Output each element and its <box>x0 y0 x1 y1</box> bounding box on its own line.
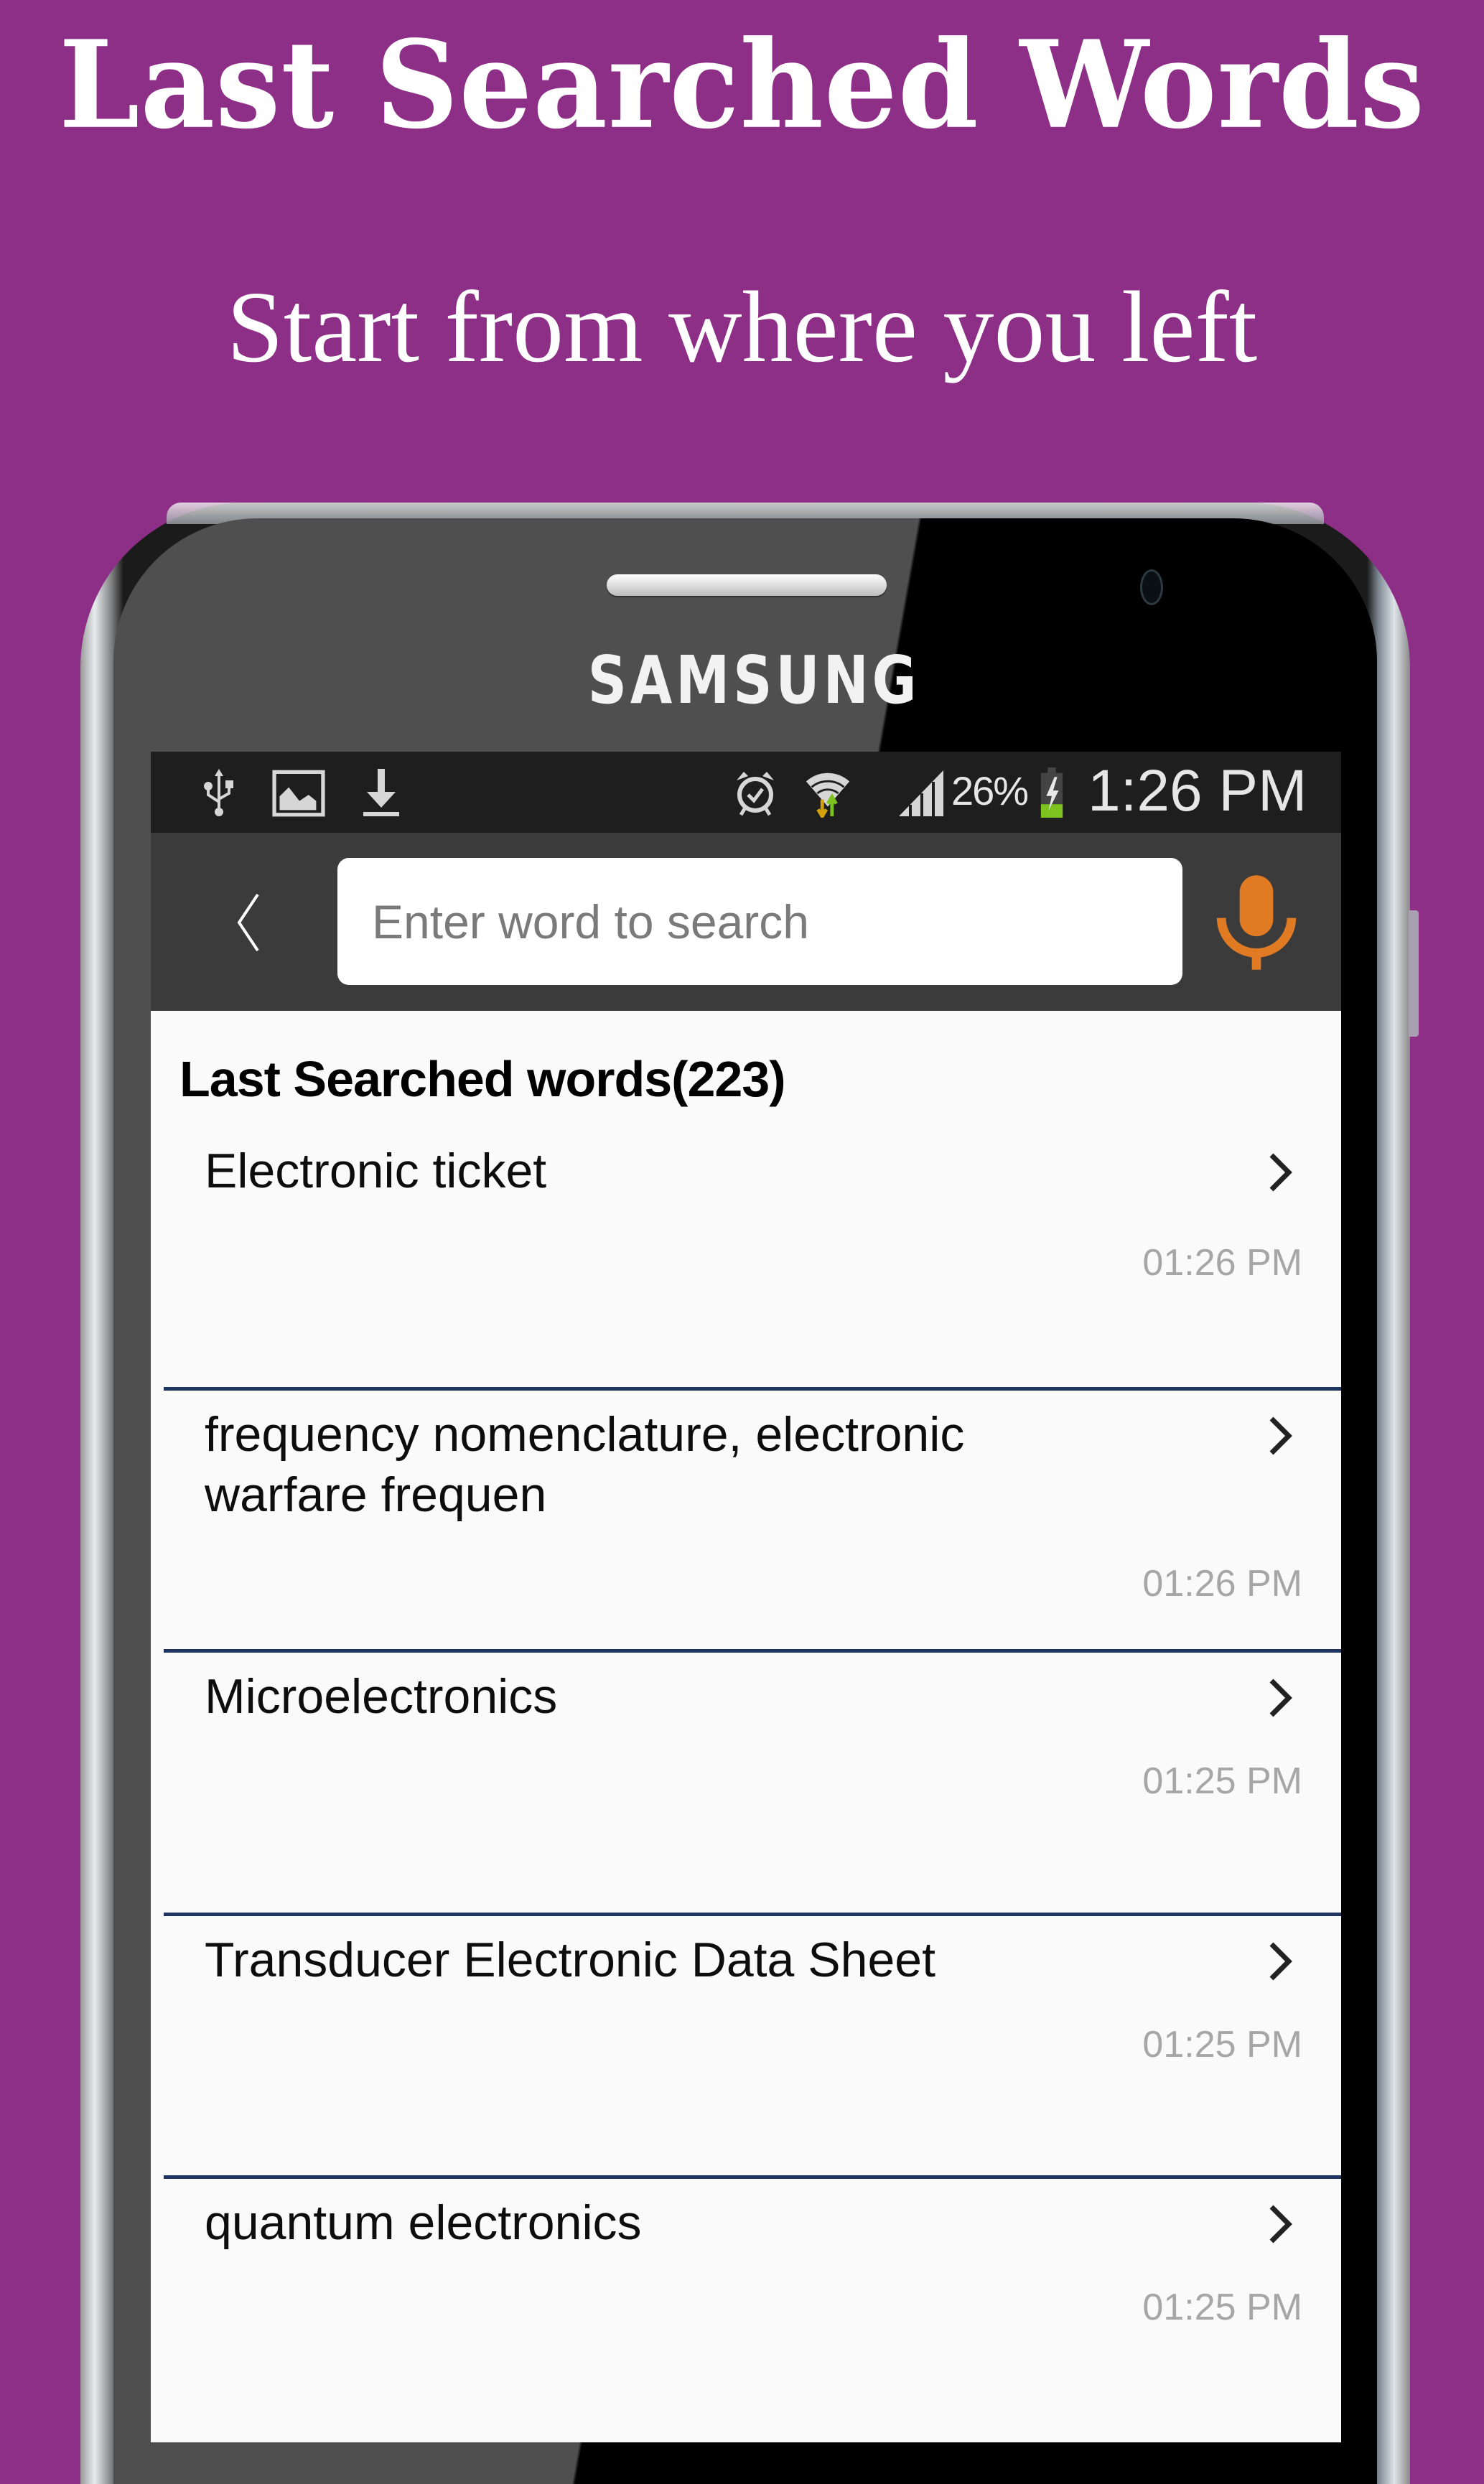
front-camera <box>1140 569 1163 605</box>
divider <box>164 1913 1341 1916</box>
item-word: frequency nomenclature, electronic warfa… <box>205 1407 965 1522</box>
chevron-right-icon <box>1269 2205 1292 2243</box>
phone-side-button <box>1409 910 1419 1037</box>
chevron-right-icon <box>1269 1153 1292 1192</box>
promo-subtitle: Start from where you left <box>226 270 1258 383</box>
alarm-icon <box>737 772 774 816</box>
app-bar <box>151 833 1341 1011</box>
battery-percent: 26% <box>951 768 1029 813</box>
item-word: Electronic ticket <box>205 1144 547 1198</box>
item-word: quantum electronics <box>205 2195 642 2250</box>
chevron-right-icon <box>1269 1678 1292 1717</box>
list-item[interactable]: quantum electronics 01:25 PM <box>164 2193 1341 2440</box>
list-item[interactable]: Microelectronics 01:25 PM <box>164 1666 1341 1914</box>
download-icon <box>363 769 399 816</box>
status-time: 1:26 PM <box>1088 758 1307 823</box>
promo-title: Last Searched Words <box>59 14 1425 156</box>
list-item[interactable]: frequency nomenclature, electronic warfa… <box>164 1404 1341 1652</box>
phone-screen: 26% 1:26 PM Last Searched words(223) Ele… <box>151 752 1341 2442</box>
item-word: Microelectronics <box>205 1669 558 1724</box>
chevron-right-icon <box>1269 1416 1292 1455</box>
battery-charging-icon <box>1040 767 1063 818</box>
earpiece-speaker <box>607 574 887 596</box>
chevron-right-icon <box>1269 1942 1292 1981</box>
divider <box>164 2175 1341 2179</box>
item-time: 01:25 PM <box>1142 2024 1302 2065</box>
search-input[interactable] <box>337 858 1182 985</box>
item-time: 01:25 PM <box>1142 2287 1302 2328</box>
back-button[interactable] <box>223 890 273 955</box>
image-icon <box>272 770 325 817</box>
divider <box>164 1387 1341 1391</box>
item-time: 01:26 PM <box>1142 1563 1302 1605</box>
list-item[interactable]: Electronic ticket 01:26 PM <box>164 1141 1341 1388</box>
item-word: Transducer Electronic Data Sheet <box>205 1933 935 1987</box>
divider <box>164 1649 1341 1653</box>
usb-icon <box>204 769 233 816</box>
signal-icon <box>899 770 943 816</box>
item-time: 01:25 PM <box>1142 1760 1302 1802</box>
wifi-icon <box>806 772 850 818</box>
status-bar: 26% 1:26 PM <box>151 752 1341 833</box>
item-time: 01:26 PM <box>1142 1242 1302 1284</box>
history-list: Last Searched words(223) Electronic tick… <box>151 1011 1341 2442</box>
microphone-icon[interactable] <box>1206 872 1307 973</box>
list-header: Last Searched words(223) <box>179 1051 786 1107</box>
battery-fill <box>1040 804 1063 818</box>
list-item[interactable]: Transducer Electronic Data Sheet 01:25 P… <box>164 1930 1341 2177</box>
device-brand-logo: SAMSUNG <box>587 642 920 719</box>
